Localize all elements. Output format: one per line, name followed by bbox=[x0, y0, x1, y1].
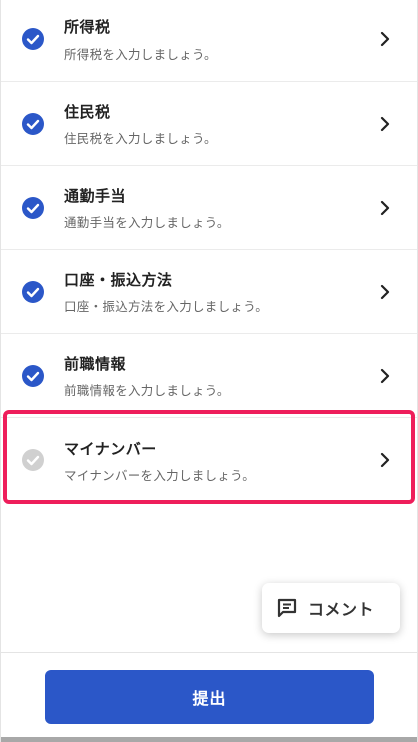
check-circle-icon bbox=[22, 280, 44, 303]
chevron-right-icon bbox=[380, 368, 390, 383]
check-circle-icon bbox=[22, 112, 44, 135]
item-title: 住民税 bbox=[64, 103, 111, 121]
app-frame: 所得税 所得税を入力しましょう。 住民税 住民税を入力しましょう。 通勤手当 通… bbox=[0, 0, 418, 742]
comment-button-label: コメント bbox=[308, 600, 375, 619]
check-circle-icon bbox=[22, 196, 44, 219]
submit-button[interactable]: 提出 bbox=[45, 670, 374, 724]
check-circle-icon bbox=[22, 27, 44, 50]
item-subtitle: 所得税を入力しましょう。 bbox=[64, 47, 217, 62]
item-subtitle: 前職情報を入力しましょう。 bbox=[64, 383, 230, 398]
footer: 提出 bbox=[1, 652, 417, 742]
comment-icon bbox=[277, 598, 297, 618]
bottom-scrollbar bbox=[1, 737, 417, 742]
chevron-right-icon bbox=[380, 116, 390, 131]
check-circle-icon bbox=[22, 364, 44, 387]
item-subtitle: 通勤手当を入力しましょう。 bbox=[64, 215, 230, 230]
comment-button[interactable]: コメント bbox=[262, 583, 400, 633]
check-circle-pending-icon bbox=[22, 449, 44, 471]
list-item-bank-account[interactable]: 口座・振込方法 口座・振込方法を入力しましょう。 bbox=[1, 250, 417, 334]
item-title: 口座・振込方法 bbox=[64, 271, 173, 289]
chevron-right-icon bbox=[380, 31, 390, 46]
list-item-commute-allowance[interactable]: 通勤手当 通勤手当を入力しましょう。 bbox=[1, 166, 417, 250]
item-title: 前職情報 bbox=[64, 355, 127, 373]
list-item-income-tax[interactable]: 所得税 所得税を入力しましょう。 bbox=[1, 0, 417, 82]
item-title: 所得税 bbox=[64, 18, 111, 36]
item-title: 通勤手当 bbox=[64, 187, 127, 205]
chevron-right-icon bbox=[380, 284, 390, 299]
item-title: マイナンバー bbox=[64, 440, 157, 458]
item-subtitle: 口座・振込方法を入力しましょう。 bbox=[64, 299, 269, 314]
list-item-previous-job[interactable]: 前職情報 前職情報を入力しましょう。 bbox=[1, 334, 417, 418]
item-subtitle: マイナンバーを入力しましょう。 bbox=[64, 468, 256, 483]
list-item-resident-tax[interactable]: 住民税 住民税を入力しましょう。 bbox=[1, 82, 417, 166]
list-item-my-number[interactable]: マイナンバー マイナンバーを入力しましょう。 bbox=[1, 418, 417, 502]
chevron-right-icon bbox=[380, 200, 390, 215]
chevron-right-icon bbox=[380, 452, 390, 468]
item-subtitle: 住民税を入力しましょう。 bbox=[64, 131, 217, 146]
